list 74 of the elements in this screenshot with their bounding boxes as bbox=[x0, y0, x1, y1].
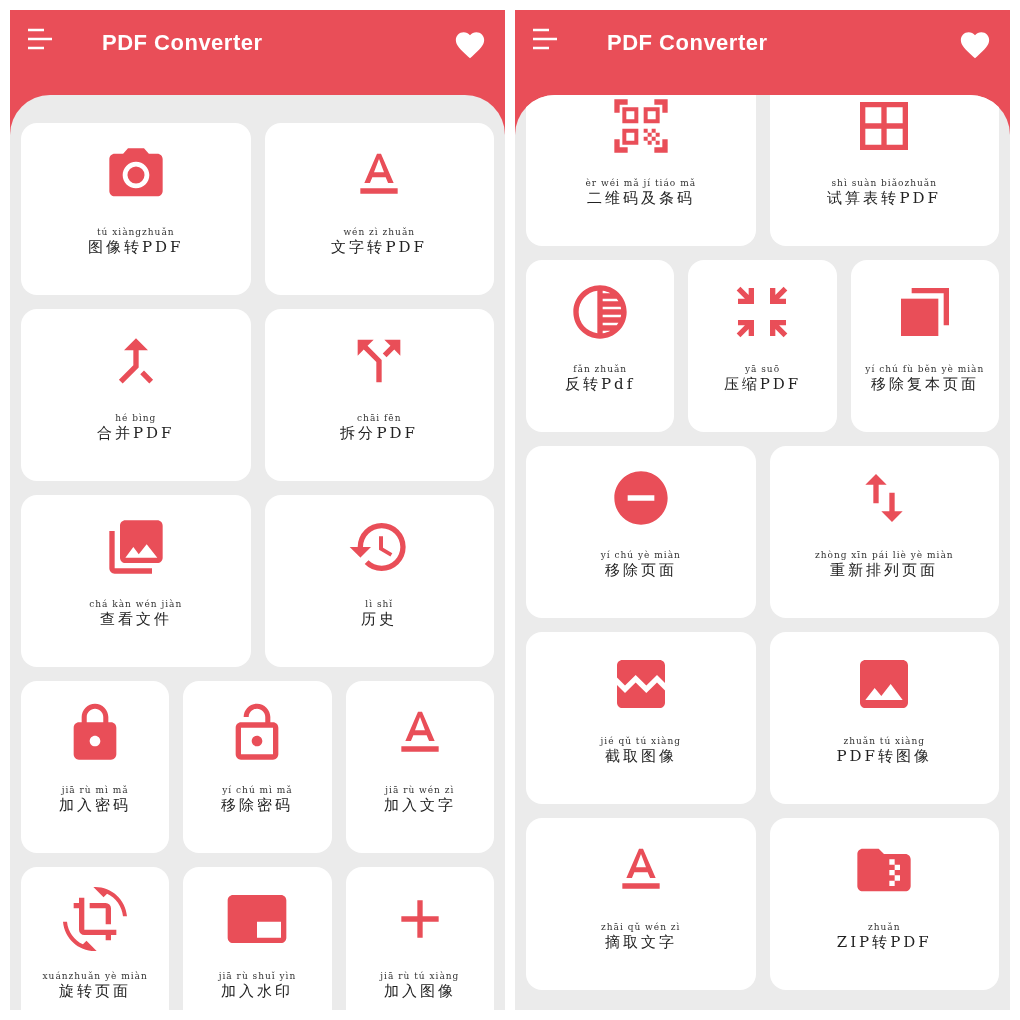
tool-label: 试算表转PDF bbox=[827, 189, 941, 207]
pinyin-text: shì suàn biǎozhuǎn bbox=[831, 178, 937, 189]
tool-label: 二维码及条码 bbox=[586, 189, 695, 207]
pinyin-text: yā suō bbox=[744, 364, 781, 375]
tool-tile[interactable]: jiā rù tú xiàng 加入图像 bbox=[345, 867, 494, 1010]
tool-label: 加入图像 bbox=[383, 982, 456, 1000]
tool-label: 拆分PDF bbox=[340, 424, 418, 442]
tool-label: 摘取文字 bbox=[604, 933, 677, 951]
menu-icon[interactable] bbox=[533, 28, 557, 50]
pinyin-text: zhāi qǔ wén zì bbox=[601, 922, 681, 933]
tool-tile[interactable]: yí chú yè miàn 移除页面 bbox=[526, 446, 756, 618]
pinyin-text: jiā rù wén zì bbox=[385, 785, 455, 796]
tool-tile[interactable]: jié qǔ tú xiàng 截取图像 bbox=[526, 632, 756, 804]
app-title: PDF Converter bbox=[102, 29, 264, 57]
tool-tile[interactable]: yí chú fù běn yè miàn 移除复本页面 bbox=[850, 260, 999, 432]
tool-label: 加入文字 bbox=[383, 796, 456, 814]
pinyin-text: èr wéi mǎ jí tiáo mǎ bbox=[585, 178, 697, 189]
tool-tile[interactable]: wén zì zhuǎn 文字转PDF bbox=[264, 123, 494, 295]
tool-tile[interactable]: zhāi qǔ wén zì 摘取文字 bbox=[526, 818, 756, 990]
crop-rotate-icon bbox=[63, 887, 128, 951]
pinyin-text: fǎn zhuǎn bbox=[573, 364, 628, 375]
tool-tile[interactable]: fǎn zhuǎn 反转Pdf bbox=[526, 260, 675, 432]
tool-tile[interactable]: jiā rù shuǐ yìn 加入水印 bbox=[183, 867, 332, 1010]
tool-tile[interactable]: chāi fēn 拆分PDF bbox=[264, 309, 494, 481]
pinyin-text: jiā rù tú xiàng bbox=[380, 971, 460, 982]
pinyin-text: jiā rù mì mǎ bbox=[61, 785, 129, 796]
tool-label: 压缩PDF bbox=[723, 375, 802, 393]
tool-tile[interactable]: zhòng xīn pái liè yè miàn 重新排列页面 bbox=[769, 446, 999, 618]
tool-label: 图像转PDF bbox=[88, 238, 184, 256]
tool-tile[interactable]: zhuǎn tú xiàng PDF转图像 bbox=[769, 632, 999, 804]
pinyin-text: wén zì zhuǎn bbox=[343, 227, 416, 238]
tool-label: 文字转PDF bbox=[331, 238, 427, 256]
tool-label: 合并PDF bbox=[97, 424, 175, 442]
pinyin-text: zhòng xīn pái liè yè miàn bbox=[814, 550, 954, 561]
tool-tile[interactable]: shì suàn biǎozhuǎn 试算表转PDF bbox=[769, 95, 999, 246]
pinyin-text: zhuǎn tú xiàng bbox=[843, 736, 925, 747]
pinyin-text: yí chú fù běn yè miàn bbox=[865, 364, 985, 375]
tool-label: 加入水印 bbox=[221, 982, 294, 1000]
pinyin-text: yí chú mì mǎ bbox=[222, 785, 293, 796]
tool-label: 移除页面 bbox=[604, 561, 677, 579]
tool-tile[interactable]: tú xiàngzhuǎn 图像转PDF bbox=[21, 123, 251, 295]
tool-tile[interactable]: zhuǎn ZIP转PDF bbox=[769, 818, 999, 990]
pinyin-text: chāi fēn bbox=[357, 413, 402, 424]
pinyin-text: hé bìng bbox=[115, 413, 157, 424]
tool-label: 旋转页面 bbox=[59, 982, 132, 1000]
pinyin-text: chá kàn wén jiàn bbox=[89, 599, 183, 610]
tool-label: 加入密码 bbox=[59, 796, 132, 814]
tool-label: 截取图像 bbox=[604, 747, 677, 765]
tool-tile[interactable]: yā suō 压缩PDF bbox=[688, 260, 837, 432]
tool-tile[interactable]: jiā rù mì mǎ 加入密码 bbox=[21, 681, 170, 853]
pinyin-text: lì shǐ bbox=[365, 599, 394, 610]
menu-icon[interactable] bbox=[28, 28, 52, 50]
tool-tile[interactable]: lì shǐ 历史 bbox=[264, 495, 494, 667]
tool-label: ZIP转PDF bbox=[836, 933, 932, 951]
pinyin-text: jiā rù shuǐ yìn bbox=[218, 971, 297, 982]
tool-tile[interactable]: xuánzhuǎn yè miàn 旋转页面 bbox=[21, 867, 170, 1010]
tool-label: 查看文件 bbox=[99, 610, 172, 628]
pinyin-text: tú xiàngzhuǎn bbox=[96, 227, 175, 238]
tool-label: 移除复本页面 bbox=[870, 375, 979, 393]
tool-tile[interactable]: chá kàn wén jiàn 查看文件 bbox=[21, 495, 251, 667]
tool-label: 反转Pdf bbox=[565, 375, 636, 393]
pinyin-text: zhuǎn bbox=[868, 922, 901, 933]
pinyin-text: yí chú yè miàn bbox=[600, 550, 681, 561]
pinyin-text: xuánzhuǎn yè miàn bbox=[42, 971, 148, 982]
tool-label: 重新排列页面 bbox=[830, 561, 939, 579]
tool-label: 移除密码 bbox=[221, 796, 294, 814]
tool-label: PDF转图像 bbox=[836, 747, 932, 765]
pinyin-text: jié qǔ tú xiàng bbox=[600, 736, 681, 747]
tool-tile[interactable]: èr wéi mǎ jí tiáo mǎ 二维码及条码 bbox=[526, 95, 756, 246]
tool-tile[interactable]: hé bìng 合并PDF bbox=[21, 309, 251, 481]
tool-tile[interactable]: jiā rù wén zì 加入文字 bbox=[345, 681, 494, 853]
app-title: PDF Converter bbox=[607, 29, 769, 57]
tool-label: 历史 bbox=[361, 610, 398, 628]
tool-tile[interactable]: yí chú mì mǎ 移除密码 bbox=[183, 681, 332, 853]
